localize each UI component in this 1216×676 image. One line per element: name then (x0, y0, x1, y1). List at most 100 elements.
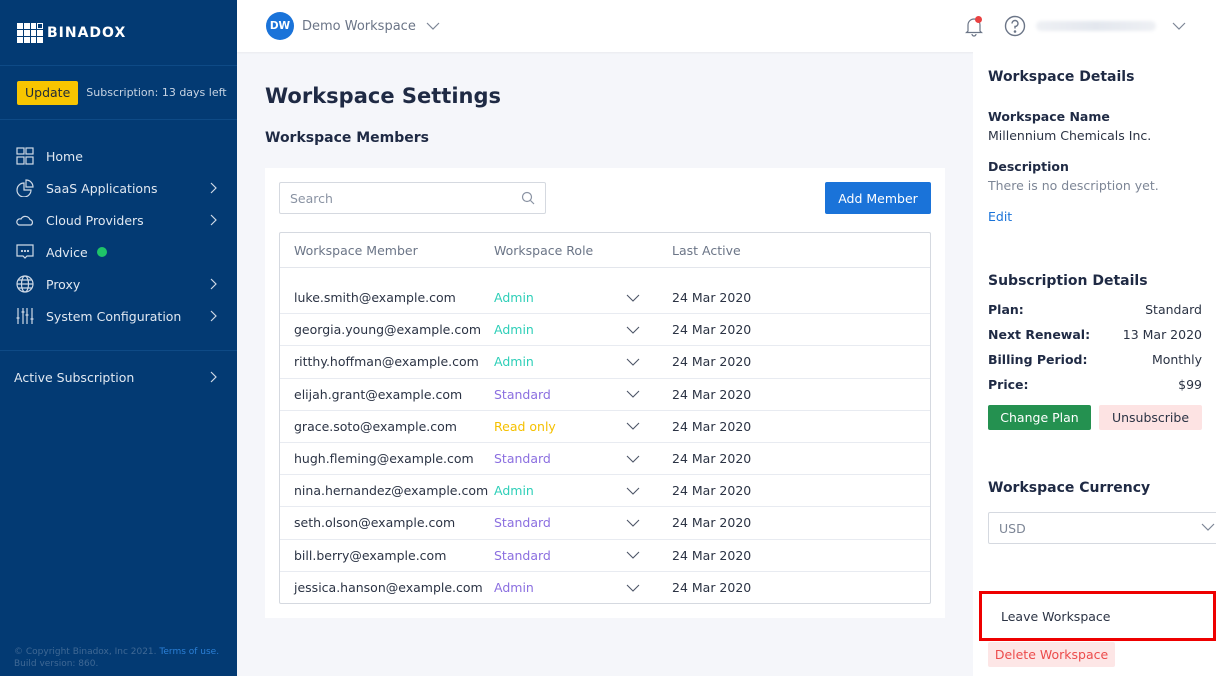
member-email: nina.hernandez@example.com (294, 483, 489, 499)
workspace-name-label: Workspace Name (988, 109, 1110, 124)
member-last-active: 24 Mar 2020 (672, 418, 752, 434)
role-dropdown-chevron-icon[interactable] (626, 455, 672, 463)
right-panel: Workspace Details Workspace Name Millenn… (973, 52, 1216, 676)
member-last-active: 24 Mar 2020 (672, 515, 752, 531)
table-row: luke.smith@example.com Admin 24 Mar 2020 (280, 282, 930, 315)
column-header-member[interactable]: Workspace Member (280, 243, 494, 258)
sidebar-item-active-subscription[interactable]: Active Subscription (0, 351, 237, 403)
edit-details-link[interactable]: Edit (988, 209, 1012, 224)
search-box (279, 182, 546, 214)
table-row: hugh.fleming@example.com Standard 24 Mar 2… (280, 443, 930, 476)
search-icon[interactable] (521, 191, 535, 205)
logo[interactable]: BINADOX (0, 0, 237, 66)
member-email: bill.berry@example.com (294, 547, 447, 563)
description-label: Description (988, 159, 1069, 174)
workspace-switcher[interactable]: Demo Workspace (302, 19, 416, 34)
sidebar-item-label: Cloud Providers (46, 212, 144, 228)
sidebar-footer: © Copyright Binadox, Inc 2021. Terms of … (14, 646, 219, 670)
chevron-right-icon (210, 182, 217, 194)
member-role[interactable]: Standard (494, 387, 626, 402)
role-dropdown-chevron-icon[interactable] (626, 422, 672, 431)
unsubscribe-button[interactable]: Unsubscribe (1099, 405, 1202, 430)
member-role[interactable]: Admin (494, 483, 626, 498)
member-email: ritthy.hoffman@example.com (294, 354, 479, 370)
member-email: georgia.young@example.com (294, 322, 482, 338)
user-email-redacted[interactable] (1036, 21, 1156, 31)
member-last-active: 24 Mar 2020 (672, 451, 752, 467)
column-header-role[interactable]: Workspace Role (494, 243, 672, 258)
sidebar-item-system-configuration[interactable]: System Configuration (0, 300, 237, 332)
binadox-logo-icon (17, 22, 43, 43)
copyright-text: © Copyright Binadox, Inc 2021. (14, 647, 157, 657)
member-role[interactable]: Standard (494, 548, 626, 563)
member-role[interactable]: Read only (494, 419, 626, 434)
sidebar-item-label: Proxy (46, 276, 81, 292)
role-dropdown-chevron-icon[interactable] (626, 294, 672, 302)
change-plan-button[interactable]: Change Plan (988, 405, 1091, 430)
subscription-bar: Update Subscription: 13 days left (0, 66, 237, 120)
subscription-details-list: Plan: Standard Next Renewal: 13 Mar 2020 B… (988, 297, 1202, 397)
update-button[interactable]: Update (17, 80, 79, 105)
renewal-value: 13 Mar 2020 (1122, 327, 1202, 342)
table-row: bill.berry@example.com Standard 24 Mar 202… (280, 540, 930, 572)
terms-of-use-link[interactable]: Terms of use. (159, 647, 219, 657)
sidebar-nav: Home SaaS Applications Cloud Providers A… (0, 120, 237, 332)
sidebar-item-advice[interactable]: Advice (0, 236, 237, 268)
sidebar-item-label: Advice (46, 244, 88, 260)
search-input[interactable] (290, 190, 521, 206)
role-dropdown-chevron-icon[interactable] (626, 584, 672, 592)
member-last-active: 24 Mar 2020 (672, 386, 752, 402)
member-role[interactable]: Standard (494, 451, 626, 466)
notifications-bell-icon[interactable] (963, 15, 985, 37)
chevron-right-icon (210, 278, 217, 290)
member-role[interactable]: Admin (494, 354, 626, 369)
delete-workspace-button[interactable]: Delete Workspace (988, 642, 1115, 667)
billing-value: Monthly (1151, 352, 1202, 367)
renewal-label: Next Renewal: (988, 327, 1091, 342)
chevron-down-icon[interactable] (1172, 22, 1186, 30)
member-email: seth.olson@example.com (294, 515, 456, 531)
member-role[interactable]: Admin (494, 580, 626, 595)
table-row: jessica.hanson@example.com Admin 24 Mar 20… (280, 572, 930, 604)
table-body: luke.smith@example.com Admin 24 Mar 2020 ge… (280, 268, 930, 604)
role-dropdown-chevron-icon[interactable] (626, 358, 672, 366)
role-dropdown-chevron-icon[interactable] (626, 326, 672, 334)
currency-select[interactable]: USD (988, 512, 1216, 544)
member-last-active: 24 Mar 2020 (672, 322, 752, 338)
workspace-currency-title: Workspace Currency (988, 480, 1151, 496)
description-value: There is no description yet. (988, 178, 1159, 193)
chevron-down-icon[interactable] (426, 22, 440, 30)
add-member-button[interactable]: Add Member (825, 182, 931, 214)
member-last-active: 24 Mar 2020 (672, 547, 752, 563)
subscription-details-title: Subscription Details (988, 273, 1148, 289)
cloud-icon (15, 210, 35, 230)
member-role[interactable]: Standard (494, 515, 626, 530)
role-dropdown-chevron-icon[interactable] (626, 487, 672, 495)
section-title-members: Workspace Members (265, 130, 430, 146)
sidebar-item-cloud-providers[interactable]: Cloud Providers (0, 204, 237, 236)
leave-workspace-button[interactable]: Leave Workspace (979, 591, 1216, 641)
page-title: Workspace Settings (265, 84, 501, 108)
workspace-avatar[interactable]: DW (266, 12, 294, 40)
member-role[interactable]: Admin (494, 290, 626, 305)
column-header-last-active[interactable]: Last Active (672, 243, 741, 258)
sidebar-item-proxy[interactable]: Proxy (0, 268, 237, 300)
member-last-active: 24 Mar 2020 (672, 483, 752, 499)
sidebar-item-home[interactable]: Home (0, 140, 237, 172)
chevron-right-icon (210, 214, 217, 226)
chevron-right-icon (210, 310, 217, 322)
sidebar-item-saas-applications[interactable]: SaaS Applications (0, 172, 237, 204)
table-row: georgia.young@example.com Admin 24 Mar 202… (280, 314, 930, 347)
sidebar-item-label: Home (46, 148, 83, 164)
top-bar: DW Demo Workspace (237, 0, 1216, 52)
subscription-row-plan: Plan: Standard (988, 297, 1202, 322)
member-role[interactable]: Admin (494, 322, 626, 337)
pie-chart-icon (15, 178, 35, 198)
sidebar: BINADOX Update Subscription: 13 days lef… (0, 0, 237, 676)
advice-status-dot (96, 247, 107, 257)
role-dropdown-chevron-icon[interactable] (626, 390, 672, 398)
role-dropdown-chevron-icon[interactable] (626, 519, 672, 527)
role-dropdown-chevron-icon[interactable] (626, 551, 672, 559)
help-icon[interactable] (1004, 15, 1026, 37)
table-row: nina.hernandez@example.com Admin 24 Mar 20… (280, 475, 930, 508)
